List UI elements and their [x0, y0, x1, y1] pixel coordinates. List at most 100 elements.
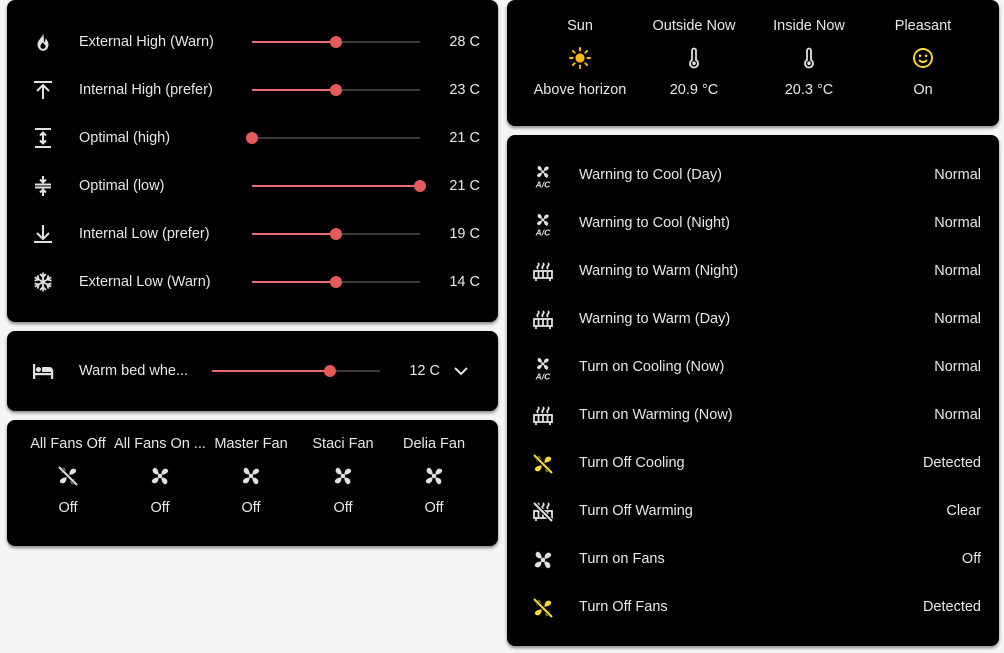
- threshold-card: External High (Warn) 28 C Internal High (p…: [7, 0, 498, 322]
- arrow-collapse-down-icon: [31, 222, 55, 246]
- slider[interactable]: [252, 174, 426, 198]
- threshold-row: Optimal (low) 21 C: [7, 162, 498, 210]
- slider[interactable]: [252, 222, 420, 246]
- slider-track: [252, 137, 420, 139]
- fan-button[interactable]: Staci Fan Off: [295, 436, 391, 516]
- threshold-value: 23 C: [449, 82, 480, 98]
- weather-entity[interactable]: Pleasant On: [863, 18, 983, 98]
- threshold-value: 28 C: [449, 34, 480, 50]
- thermometer-icon: [682, 46, 706, 70]
- status-row[interactable]: Warning to Warm (Night) Normal: [507, 248, 999, 296]
- status-value: Off: [961, 551, 981, 567]
- air-conditioner-icon: A/C: [531, 356, 555, 380]
- fan-button[interactable]: Delia Fan Off: [386, 436, 482, 516]
- warm-bed-value: 12 C: [409, 363, 440, 379]
- arrow-collapse-up-icon: [31, 78, 55, 102]
- weather-entity[interactable]: Inside Now 20.3 °C: [749, 18, 869, 98]
- fans-card: All Fans Off Off All Fans On ... Off Maste…: [7, 420, 498, 546]
- slider-knob[interactable]: [323, 365, 336, 377]
- status-label: Turn Off Warming: [579, 503, 693, 519]
- fan-state: Off: [333, 500, 353, 516]
- weather-state: On: [913, 82, 933, 98]
- weather-entity[interactable]: Sun Above horizon: [520, 18, 640, 98]
- fan-name: Delia Fan: [402, 436, 466, 452]
- slider-fill: [252, 185, 420, 187]
- status-row[interactable]: Turn Off Cooling Detected: [507, 440, 999, 488]
- threshold-row: Internal Low (prefer) 19 C: [7, 210, 498, 258]
- fan-button[interactable]: All Fans Off Off: [20, 436, 116, 516]
- fan-name: Staci Fan: [312, 436, 374, 452]
- arrow-collapse-vertical-icon: [31, 174, 55, 198]
- slider-knob[interactable]: [246, 132, 258, 144]
- weather-name: Inside Now: [773, 18, 845, 34]
- radiator-icon: [531, 308, 555, 332]
- status-row[interactable]: Turn on Fans Off: [507, 536, 999, 584]
- slider[interactable]: [252, 30, 420, 54]
- status-value: Normal: [934, 359, 981, 375]
- status-row[interactable]: A/C Warning to Cool (Night) Normal: [507, 200, 999, 248]
- fan-state: Off: [424, 500, 444, 516]
- status-row[interactable]: Warning to Warm (Day) Normal: [507, 296, 999, 344]
- status-row[interactable]: Turn on Warming (Now) Normal: [507, 392, 999, 440]
- status-label: Turn on Fans: [579, 551, 665, 567]
- threshold-value: 14 C: [449, 274, 480, 290]
- status-label: Warning to Cool (Night): [579, 215, 730, 231]
- threshold-label: Optimal (low): [79, 178, 165, 194]
- slider-knob[interactable]: [330, 84, 342, 96]
- bed-icon: [31, 359, 55, 383]
- slider-knob[interactable]: [330, 276, 342, 288]
- slider-fill: [252, 89, 336, 91]
- fan-name: All Fans Off: [30, 436, 106, 452]
- fire-icon: [31, 30, 55, 54]
- status-value: Normal: [934, 167, 981, 183]
- air-conditioner-icon: A/C: [531, 212, 555, 236]
- status-value: Detected: [922, 599, 981, 615]
- fan-icon[interactable]: [239, 464, 263, 488]
- status-row[interactable]: Turn Off Warming Clear: [507, 488, 999, 536]
- status-label: Warning to Warm (Day): [579, 311, 731, 327]
- weather-state: 20.9 °C: [669, 82, 719, 98]
- threshold-value: 21 C: [449, 130, 480, 146]
- slider-knob[interactable]: [330, 228, 342, 240]
- status-card: A/C Warning to Cool (Day) Normal A/C Warnin…: [507, 135, 999, 646]
- status-row[interactable]: Turn Off Fans Detected: [507, 584, 999, 632]
- status-row[interactable]: A/C Turn on Cooling (Now) Normal: [507, 344, 999, 392]
- status-value: Detected: [922, 455, 981, 471]
- weather-entity[interactable]: Outside Now 20.9 °C: [634, 18, 754, 98]
- weather-name: Pleasant: [894, 18, 952, 34]
- threshold-row: Optimal (high) 21 C: [7, 114, 498, 162]
- fan-button[interactable]: All Fans On ... Off: [112, 436, 208, 516]
- status-label: Turn on Warming (Now): [579, 407, 733, 423]
- arrow-expand-vertical-icon: [31, 126, 55, 150]
- slider[interactable]: [212, 359, 380, 383]
- threshold-row: External Low (Warn) 14 C: [7, 258, 498, 306]
- status-label: Warning to Cool (Day): [579, 167, 722, 183]
- slider-knob[interactable]: [330, 36, 342, 48]
- status-value: Clear: [946, 503, 981, 519]
- fan-icon[interactable]: [148, 464, 172, 488]
- fan-icon[interactable]: [331, 464, 355, 488]
- fan-icon[interactable]: [422, 464, 446, 488]
- fan-name: All Fans On ...: [114, 436, 206, 452]
- threshold-label: External High (Warn): [79, 34, 214, 50]
- status-row[interactable]: A/C Warning to Cool (Day) Normal: [507, 152, 999, 200]
- chevron-down-icon[interactable]: [449, 359, 473, 383]
- slider[interactable]: [252, 78, 420, 102]
- radiator-icon: [531, 260, 555, 284]
- fan-button[interactable]: Master Fan Off: [203, 436, 299, 516]
- sun-icon: [568, 46, 592, 70]
- slider[interactable]: [246, 126, 420, 150]
- status-value: Normal: [934, 311, 981, 327]
- slider-fill: [252, 41, 336, 43]
- svg-text:A/C: A/C: [535, 372, 552, 381]
- status-label: Turn Off Cooling: [579, 455, 685, 471]
- slider[interactable]: [252, 270, 420, 294]
- snowflake-icon: [31, 270, 55, 294]
- fan-off-icon: [531, 596, 555, 620]
- fan-off-icon[interactable]: [56, 464, 80, 488]
- slider-knob[interactable]: [414, 180, 426, 192]
- threshold-label: Internal Low (prefer): [79, 226, 210, 242]
- fan-state: Off: [241, 500, 261, 516]
- status-label: Turn on Cooling (Now): [579, 359, 725, 375]
- status-label: Warning to Warm (Night): [579, 263, 739, 279]
